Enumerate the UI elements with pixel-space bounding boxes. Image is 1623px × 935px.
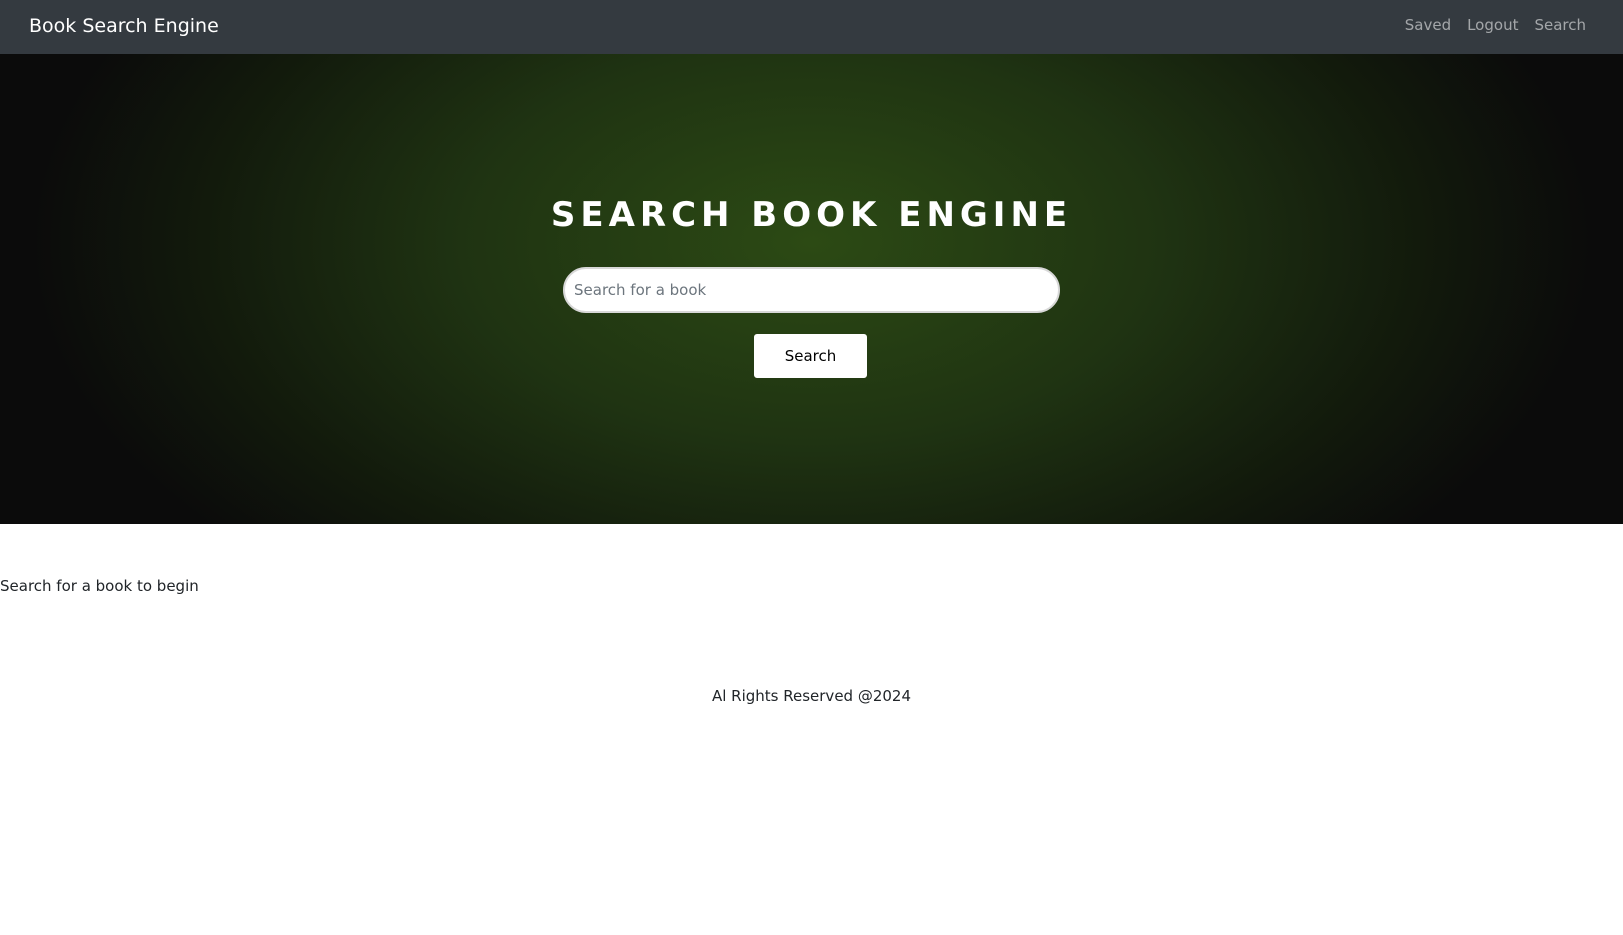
- page-title: Search Book Engine: [550, 195, 1073, 235]
- nav-link-search[interactable]: Search: [1534, 15, 1586, 36]
- results-empty-message: Search for a book to begin: [0, 577, 199, 595]
- top-navbar: Book Search Engine Saved Logout Search: [0, 0, 1623, 54]
- search-button[interactable]: Search: [754, 334, 867, 378]
- hero-banner: Search Book Engine Search: [0, 54, 1623, 524]
- nav-link-logout[interactable]: Logout: [1467, 15, 1518, 36]
- brand-link[interactable]: Book Search Engine: [29, 14, 219, 38]
- nav-links: Saved Logout Search: [1405, 15, 1586, 36]
- nav-link-saved[interactable]: Saved: [1405, 15, 1451, 36]
- search-input[interactable]: [563, 267, 1060, 313]
- footer-copyright: Al Rights Reserved @2024: [711, 687, 912, 705]
